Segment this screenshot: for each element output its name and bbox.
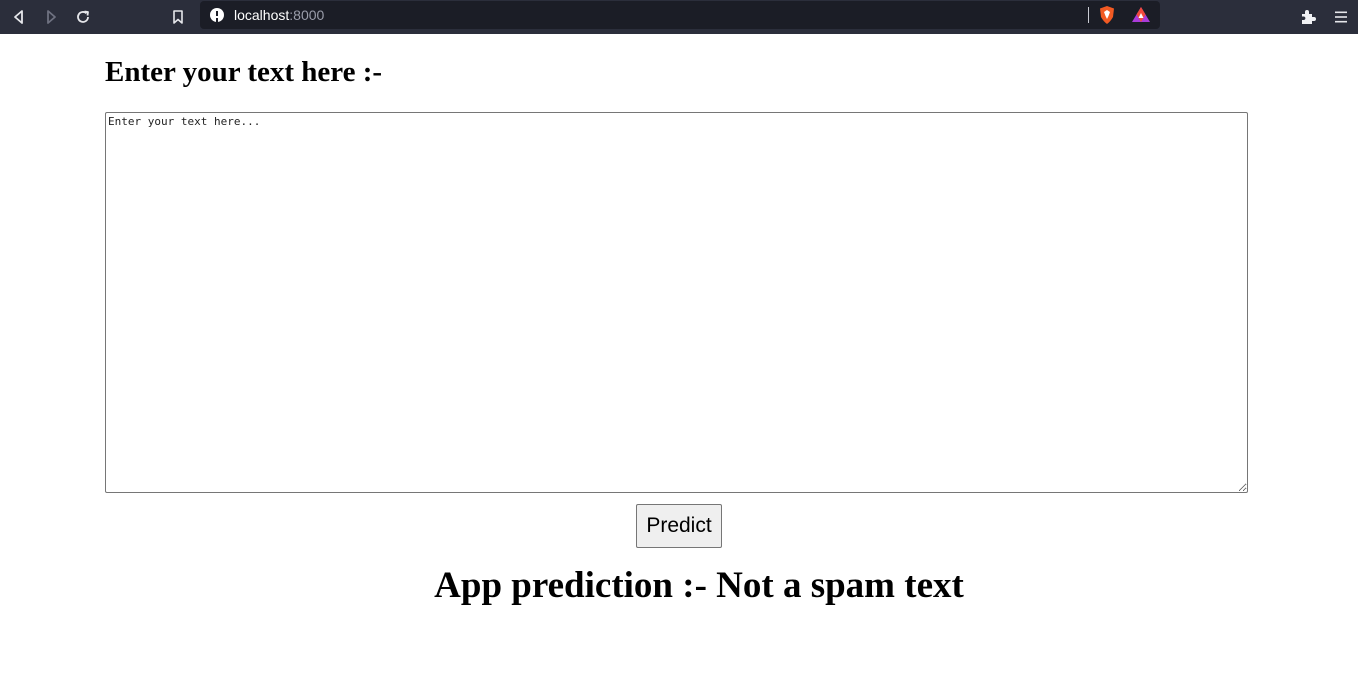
prediction-result: App prediction :- Not a spam text <box>434 565 964 606</box>
page-heading: Enter your text here :- <box>105 56 383 88</box>
bookmark-icon[interactable] <box>166 5 190 29</box>
url-port: :8000 <box>289 7 325 23</box>
forward-icon[interactable] <box>39 5 63 29</box>
extensions-icon[interactable] <box>1296 5 1320 29</box>
predict-button[interactable]: Predict <box>636 504 722 548</box>
address-bar[interactable]: localhost:8000 <box>200 1 1160 29</box>
info-icon[interactable] <box>210 8 224 22</box>
message-textarea[interactable] <box>105 112 1248 493</box>
reload-icon[interactable] <box>71 5 95 29</box>
url-host: localhost <box>234 7 290 23</box>
brave-shield-icon[interactable] <box>1097 5 1117 25</box>
address-bar-divider <box>1088 7 1089 23</box>
menu-icon[interactable] <box>1329 5 1353 29</box>
browser-toolbar: localhost:8000 <box>0 0 1358 34</box>
back-icon[interactable] <box>7 5 31 29</box>
brave-rewards-icon[interactable] <box>1131 5 1151 25</box>
url-text[interactable]: localhost:8000 <box>234 7 324 23</box>
